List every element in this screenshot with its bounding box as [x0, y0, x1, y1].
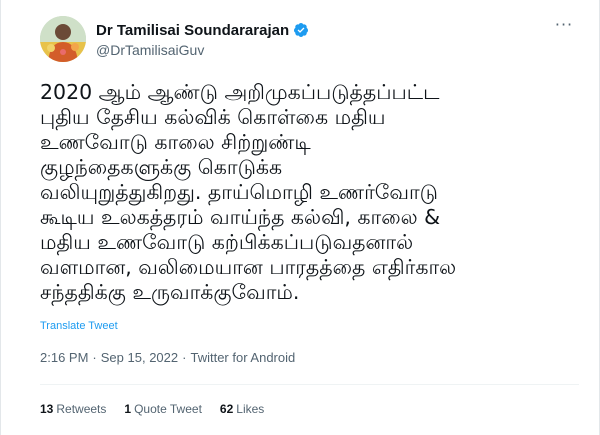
quotes-count: 1 — [124, 402, 132, 416]
meta-separator: · — [92, 350, 97, 365]
quote-tweets-stat[interactable]: 1 Quote Tweet — [124, 402, 202, 416]
tweet-text-line: மதிய உணவோடு கற்பிக்கப்படுவதனால் — [40, 230, 414, 254]
translate-tweet-link[interactable]: Translate Tweet — [40, 320, 118, 332]
tweet-card: Dr Tamilisai Soundararajan @DrTamilisaiG… — [0, 0, 600, 435]
retweets-count: 13 — [40, 402, 54, 416]
tweet-text-line: புதிய தேசிய கல்விக் கொள்கை மதிய — [40, 105, 386, 129]
avatar-image — [40, 16, 86, 62]
tweet-text-line: வலியுறுத்துகிறது. தாய்மொழி உணர்வோடு — [40, 180, 438, 204]
tweet-meta: 2:16 PM · Sep 15, 2022 · Twitter for And… — [40, 350, 295, 365]
tweet-text-line: உணவோடு காலை சிற்றுண்டி — [40, 130, 311, 154]
tweet-text-line: சந்ததிக்கு உருவாக்குவோம். — [40, 280, 300, 304]
likes-stat[interactable]: 62 Likes — [220, 402, 264, 416]
more-horizontal-icon: ··· — [554, 15, 574, 34]
author-block: Dr Tamilisai Soundararajan @DrTamilisaiG… — [96, 20, 309, 58]
tweet-text: 2020 ஆம் ஆண்டு அறிமுகப்படுத்தப்பட்ட புதி… — [40, 80, 570, 305]
author-name[interactable]: Dr Tamilisai Soundararajan — [96, 22, 289, 39]
retweets-label: Retweets — [56, 402, 107, 416]
tweet-text-line: குழந்தைகளுக்கு கொடுக்க — [40, 155, 283, 179]
tweet-text-line: வளமான, வலிமையான பாரதத்தை எதிர்கால — [40, 255, 457, 279]
tweet-text-line: கூடிய உலகத்தரம் வாய்ந்த கல்வி, காலை & — [40, 205, 441, 229]
tweet-date[interactable]: Sep 15, 2022 — [101, 350, 178, 365]
author-handle[interactable]: @DrTamilisaiGuv — [96, 42, 309, 58]
quotes-label: Quote Tweet — [134, 402, 202, 416]
meta-separator: · — [182, 350, 187, 365]
likes-count: 62 — [219, 402, 234, 416]
tweet-text-line: 2020 ஆம் ஆண்டு அறிமுகப்படுத்தப்பட்ட — [40, 80, 440, 104]
likes-label: Likes — [236, 402, 265, 416]
more-options-button[interactable]: ··· — [551, 15, 577, 38]
divider — [40, 384, 579, 385]
tweet-header: Dr Tamilisai Soundararajan @DrTamilisaiG… — [40, 16, 579, 66]
avatar[interactable] — [40, 16, 86, 62]
tweet-stats: 13 Retweets 1 Quote Tweet 62 Likes — [40, 402, 282, 416]
tweet-source[interactable]: Twitter for Android — [190, 350, 295, 365]
verified-badge-icon — [293, 22, 309, 38]
retweets-stat[interactable]: 13 Retweets — [40, 402, 106, 416]
tweet-time[interactable]: 2:16 PM — [40, 350, 88, 365]
